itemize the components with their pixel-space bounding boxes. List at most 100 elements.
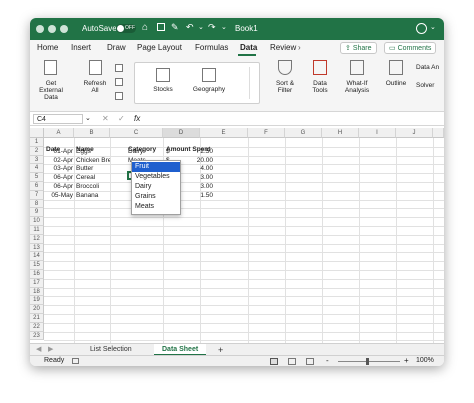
get-external-data-button[interactable]: Get External Data: [34, 56, 68, 112]
cell-amount[interactable]: 4.00: [180, 164, 213, 173]
row-header[interactable]: 1: [30, 138, 44, 147]
normal-view-icon[interactable]: [270, 358, 278, 365]
column-header-c[interactable]: C: [110, 128, 163, 138]
tab-draw[interactable]: Draw: [107, 43, 126, 52]
cell-amount[interactable]: 3.00: [180, 173, 213, 182]
dropdown-option-meats[interactable]: Meats: [132, 202, 180, 212]
row-header[interactable]: 15: [30, 261, 44, 270]
account-chevron-icon[interactable]: ⌄: [430, 23, 436, 31]
more-icon[interactable]: ⌄: [221, 23, 227, 31]
solver-button[interactable]: Solver: [416, 82, 444, 89]
column-header-b[interactable]: B: [74, 128, 110, 138]
cell-date[interactable]: 05-May: [46, 191, 73, 200]
account-icon[interactable]: [416, 23, 427, 34]
prev-sheet-icon[interactable]: ◀: [36, 345, 41, 353]
edit-icon[interactable]: ✎: [171, 22, 179, 33]
select-all-corner[interactable]: [30, 128, 44, 138]
zoom-slider[interactable]: [338, 358, 400, 365]
data-analysis-button[interactable]: Data An: [416, 64, 444, 71]
dropdown-option-fruit[interactable]: Fruit: [132, 162, 180, 172]
cell-date[interactable]: 02-Apr: [46, 156, 73, 165]
refresh-all-button[interactable]: Refresh All: [80, 56, 110, 112]
function-label[interactable]: fx: [134, 114, 140, 123]
column-header-e[interactable]: E: [200, 128, 248, 138]
cell-date[interactable]: 06-Apr: [46, 173, 73, 182]
chevron-down-icon[interactable]: ⌄: [198, 23, 204, 31]
cell-category[interactable]: Dairy: [128, 147, 163, 156]
column-header-f[interactable]: F: [248, 128, 285, 138]
ribbon-chevron-right-icon[interactable]: ›: [298, 43, 301, 52]
cell-name[interactable]: Broccoli: [76, 182, 110, 191]
autosave-toggle[interactable]: OFF: [116, 24, 136, 33]
row-header[interactable]: 5: [30, 173, 44, 182]
row-header[interactable]: 12: [30, 234, 44, 244]
column-header-k[interactable]: [433, 128, 444, 138]
row-header[interactable]: 13: [30, 243, 44, 253]
cell-amount[interactable]: 2.50: [180, 147, 213, 156]
cell-amount[interactable]: 20.00: [180, 156, 213, 165]
row-header[interactable]: 18: [30, 287, 44, 297]
cell-amount[interactable]: 1.50: [180, 191, 213, 200]
name-box[interactable]: C4: [33, 114, 83, 124]
row-header[interactable]: 7: [30, 190, 44, 200]
cell-name[interactable]: Cereal: [76, 173, 110, 182]
column-header-i[interactable]: I: [359, 128, 396, 138]
row-header[interactable]: 14: [30, 252, 44, 262]
row-header[interactable]: 19: [30, 296, 44, 306]
row-header[interactable]: 8: [30, 199, 44, 209]
row-header[interactable]: 9: [30, 208, 44, 218]
row-header[interactable]: 6: [30, 182, 44, 191]
properties-icon[interactable]: [115, 78, 123, 86]
zoom-slider-thumb[interactable]: [366, 358, 369, 365]
tab-page-layout[interactable]: Page Layout: [137, 43, 182, 52]
row-header[interactable]: 21: [30, 314, 44, 323]
confirm-formula-icon[interactable]: ✓: [118, 114, 125, 123]
gallery-scroll-icon[interactable]: [249, 67, 257, 99]
row-header[interactable]: 22: [30, 322, 44, 332]
cell-date[interactable]: 01-Apr: [46, 147, 73, 156]
cell-date[interactable]: 06-Apr: [46, 182, 73, 191]
tab-data[interactable]: Data: [240, 43, 257, 52]
page-break-view-icon[interactable]: [306, 358, 314, 365]
column-header-j[interactable]: J: [396, 128, 433, 138]
dropdown-option-grains[interactable]: Grains: [132, 192, 180, 202]
row-header[interactable]: 11: [30, 226, 44, 235]
column-header-g[interactable]: G: [285, 128, 322, 138]
zoom-level[interactable]: 100%: [416, 357, 434, 364]
close-window-button[interactable]: [36, 25, 44, 33]
row-header[interactable]: 4: [30, 164, 44, 174]
dropdown-option-vegetables[interactable]: Vegetables: [132, 172, 180, 182]
redo-icon[interactable]: ↷: [208, 22, 216, 33]
minimize-window-button[interactable]: [48, 25, 56, 33]
tab-review[interactable]: Review: [270, 43, 296, 52]
cell-name[interactable]: Chicken Breast: [76, 156, 110, 165]
cell-name[interactable]: Banana: [76, 191, 110, 200]
column-header-a[interactable]: A: [44, 128, 74, 138]
page-layout-view-icon[interactable]: [288, 358, 296, 365]
cell-name[interactable]: Butter: [76, 164, 110, 173]
tab-home[interactable]: Home: [37, 43, 58, 52]
macro-record-icon[interactable]: [72, 358, 79, 364]
edit-links-icon[interactable]: [115, 92, 123, 100]
cell-amount[interactable]: 3.00: [180, 182, 213, 191]
cell-dollar[interactable]: $: [166, 147, 176, 156]
row-header[interactable]: 16: [30, 270, 44, 279]
row-header[interactable]: 23: [30, 331, 44, 341]
cell-date[interactable]: 03-Apr: [46, 164, 73, 173]
cell-name[interactable]: Eggs: [76, 147, 110, 156]
home-icon[interactable]: ⌂: [142, 22, 148, 33]
spreadsheet-grid[interactable]: A B C D E F G H I J 1 2 3 4 5 6 7 8 9 10 11 12 13 14 1…: [30, 128, 444, 343]
row-header[interactable]: 2: [30, 146, 44, 156]
cancel-formula-icon[interactable]: ✕: [102, 114, 109, 123]
formula-input[interactable]: [148, 114, 440, 124]
column-header-h[interactable]: H: [322, 128, 359, 138]
row-header[interactable]: 3: [30, 155, 44, 165]
zoom-in-button[interactable]: +: [404, 356, 409, 365]
zoom-window-button[interactable]: [60, 25, 68, 33]
dropdown-option-dairy[interactable]: Dairy: [132, 182, 180, 192]
save-icon[interactable]: [157, 23, 165, 31]
zoom-out-button[interactable]: -: [326, 356, 329, 365]
row-header[interactable]: 17: [30, 278, 44, 288]
row-header[interactable]: 10: [30, 217, 44, 226]
column-header-d[interactable]: D: [163, 128, 200, 138]
